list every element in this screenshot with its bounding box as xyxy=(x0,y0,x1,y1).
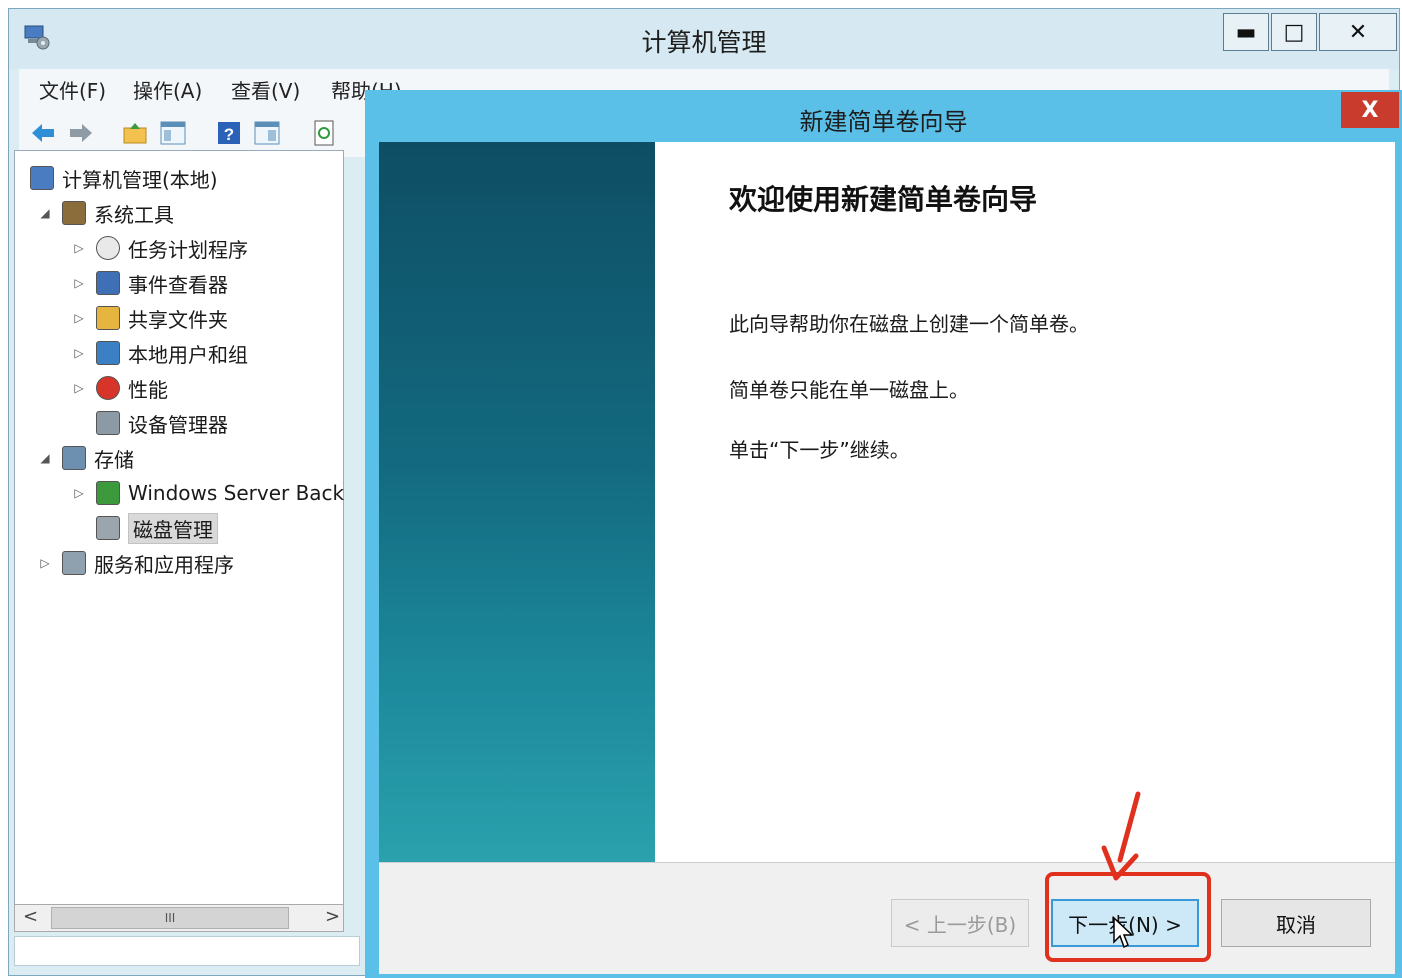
tree-item-label: 设备管理器 xyxy=(128,412,228,437)
expand-toggle-icon[interactable]: ▷ xyxy=(72,311,86,325)
tree-item-label: 性能 xyxy=(128,377,168,402)
tree-item-system-tools[interactable]: ◢ 系统工具 xyxy=(38,197,174,229)
tree-item-storage[interactable]: ◢ 存储 xyxy=(38,442,134,474)
maximize-button[interactable]: □ xyxy=(1271,13,1317,51)
tree-item-label: 磁盘管理 xyxy=(128,512,218,544)
new-simple-volume-wizard: 新建简单卷向导 X 欢迎使用新建简单卷向导 此向导帮助你在磁盘上创建一个简单卷。… xyxy=(365,90,1402,978)
wizard-title: 新建简单卷向导 xyxy=(799,108,968,136)
event-viewer-icon xyxy=(96,271,120,295)
tree-item-local-users[interactable]: ▷ 本地用户和组 xyxy=(72,337,248,369)
scrollbar-grip: III xyxy=(164,911,176,925)
tree-item-services-apps[interactable]: ▷ 服务和应用程序 xyxy=(38,547,234,579)
tree-item-label: 事件查看器 xyxy=(128,272,228,297)
scrollbar-thumb[interactable]: III xyxy=(51,907,289,929)
wizard-banner-image xyxy=(379,142,655,862)
expand-toggle-icon[interactable]: ▷ xyxy=(72,241,86,255)
performance-icon xyxy=(96,376,120,400)
computer-management-icon xyxy=(30,166,54,190)
services-apps-icon xyxy=(62,551,86,575)
tree-item-disk-management[interactable]: 磁盘管理 xyxy=(72,512,218,544)
shared-folders-icon xyxy=(96,306,120,330)
red-arrow-icon xyxy=(1101,791,1141,881)
wizard-heading: 欢迎使用新建简单卷向导 xyxy=(729,183,1038,216)
cancel-button[interactable]: 取消 xyxy=(1221,899,1371,947)
expand-toggle-icon[interactable]: ▷ xyxy=(72,346,86,360)
device-manager-icon xyxy=(96,411,120,435)
tree-item-label: 计算机管理(本地) xyxy=(62,167,218,192)
tree-item-label: 存储 xyxy=(94,447,134,472)
tree-item-performance[interactable]: ▷ 性能 xyxy=(72,372,168,404)
task-scheduler-icon xyxy=(96,236,120,260)
horizontal-scrollbar[interactable]: < III > xyxy=(14,904,344,932)
collapse-toggle-icon[interactable]: ◢ xyxy=(38,451,52,465)
wizard-close-button[interactable]: X xyxy=(1341,92,1399,128)
wizard-description-3: 单击“下一步”继续。 xyxy=(729,438,910,462)
storage-icon xyxy=(62,446,86,470)
system-tools-icon xyxy=(62,201,86,225)
expand-toggle-icon[interactable]: ▷ xyxy=(38,556,52,570)
tree-item-label: 任务计划程序 xyxy=(128,237,248,262)
back-button[interactable]: < 上一步(B) xyxy=(891,899,1029,947)
tree-item-label: Windows Server Back xyxy=(128,481,345,505)
tree-item-event-viewer[interactable]: ▷ 事件查看器 xyxy=(72,267,228,299)
tree-item-label: 服务和应用程序 xyxy=(94,552,234,577)
windows-server-backup-icon xyxy=(96,481,120,505)
wizard-description-2: 简单卷只能在单一磁盘上。 xyxy=(729,378,969,402)
tree-items: 计算机管理(本地) ◢ 系统工具 ▷ 任务计划程序 ▷ 事件查看器 ▷ 共享文件夹 ▷ 本地用户和组… xyxy=(0,0,352,900)
scroll-left-button[interactable]: < xyxy=(23,906,38,927)
scroll-right-button[interactable]: > xyxy=(325,906,340,927)
expand-toggle-icon[interactable]: ▷ xyxy=(72,276,86,290)
tree-item-device-manager[interactable]: 设备管理器 xyxy=(72,407,228,439)
tree-item-label: 本地用户和组 xyxy=(128,342,248,367)
tree-item-label: 系统工具 xyxy=(94,202,174,227)
tree-item-task-scheduler[interactable]: ▷ 任务计划程序 xyxy=(72,232,248,264)
local-users-icon xyxy=(96,341,120,365)
expand-toggle-icon[interactable]: ▷ xyxy=(72,486,86,500)
wizard-content: 欢迎使用新建简单卷向导 此向导帮助你在磁盘上创建一个简单卷。 简单卷只能在单一磁… xyxy=(379,142,1395,862)
status-bar xyxy=(14,936,360,966)
tree-item-computer-management[interactable]: 计算机管理(本地) xyxy=(30,162,218,194)
close-button[interactable]: ✕ xyxy=(1319,13,1397,51)
wizard-description-1: 此向导帮助你在磁盘上创建一个简单卷。 xyxy=(729,312,1089,336)
tree-item-shared-folders[interactable]: ▷ 共享文件夹 xyxy=(72,302,228,334)
expand-toggle-icon[interactable]: ▷ xyxy=(72,381,86,395)
tree-item-windows-server-backup[interactable]: ▷ Windows Server Back xyxy=(72,477,344,509)
tree-item-label: 共享文件夹 xyxy=(128,307,228,332)
disk-management-icon xyxy=(96,516,120,540)
mouse-cursor-icon xyxy=(1113,916,1134,949)
wizard-button-bar: < 上一步(B) 下一步(N) > 取消 xyxy=(379,862,1395,974)
collapse-toggle-icon[interactable]: ◢ xyxy=(38,206,52,220)
minimize-button[interactable]: ▬ xyxy=(1223,13,1269,51)
